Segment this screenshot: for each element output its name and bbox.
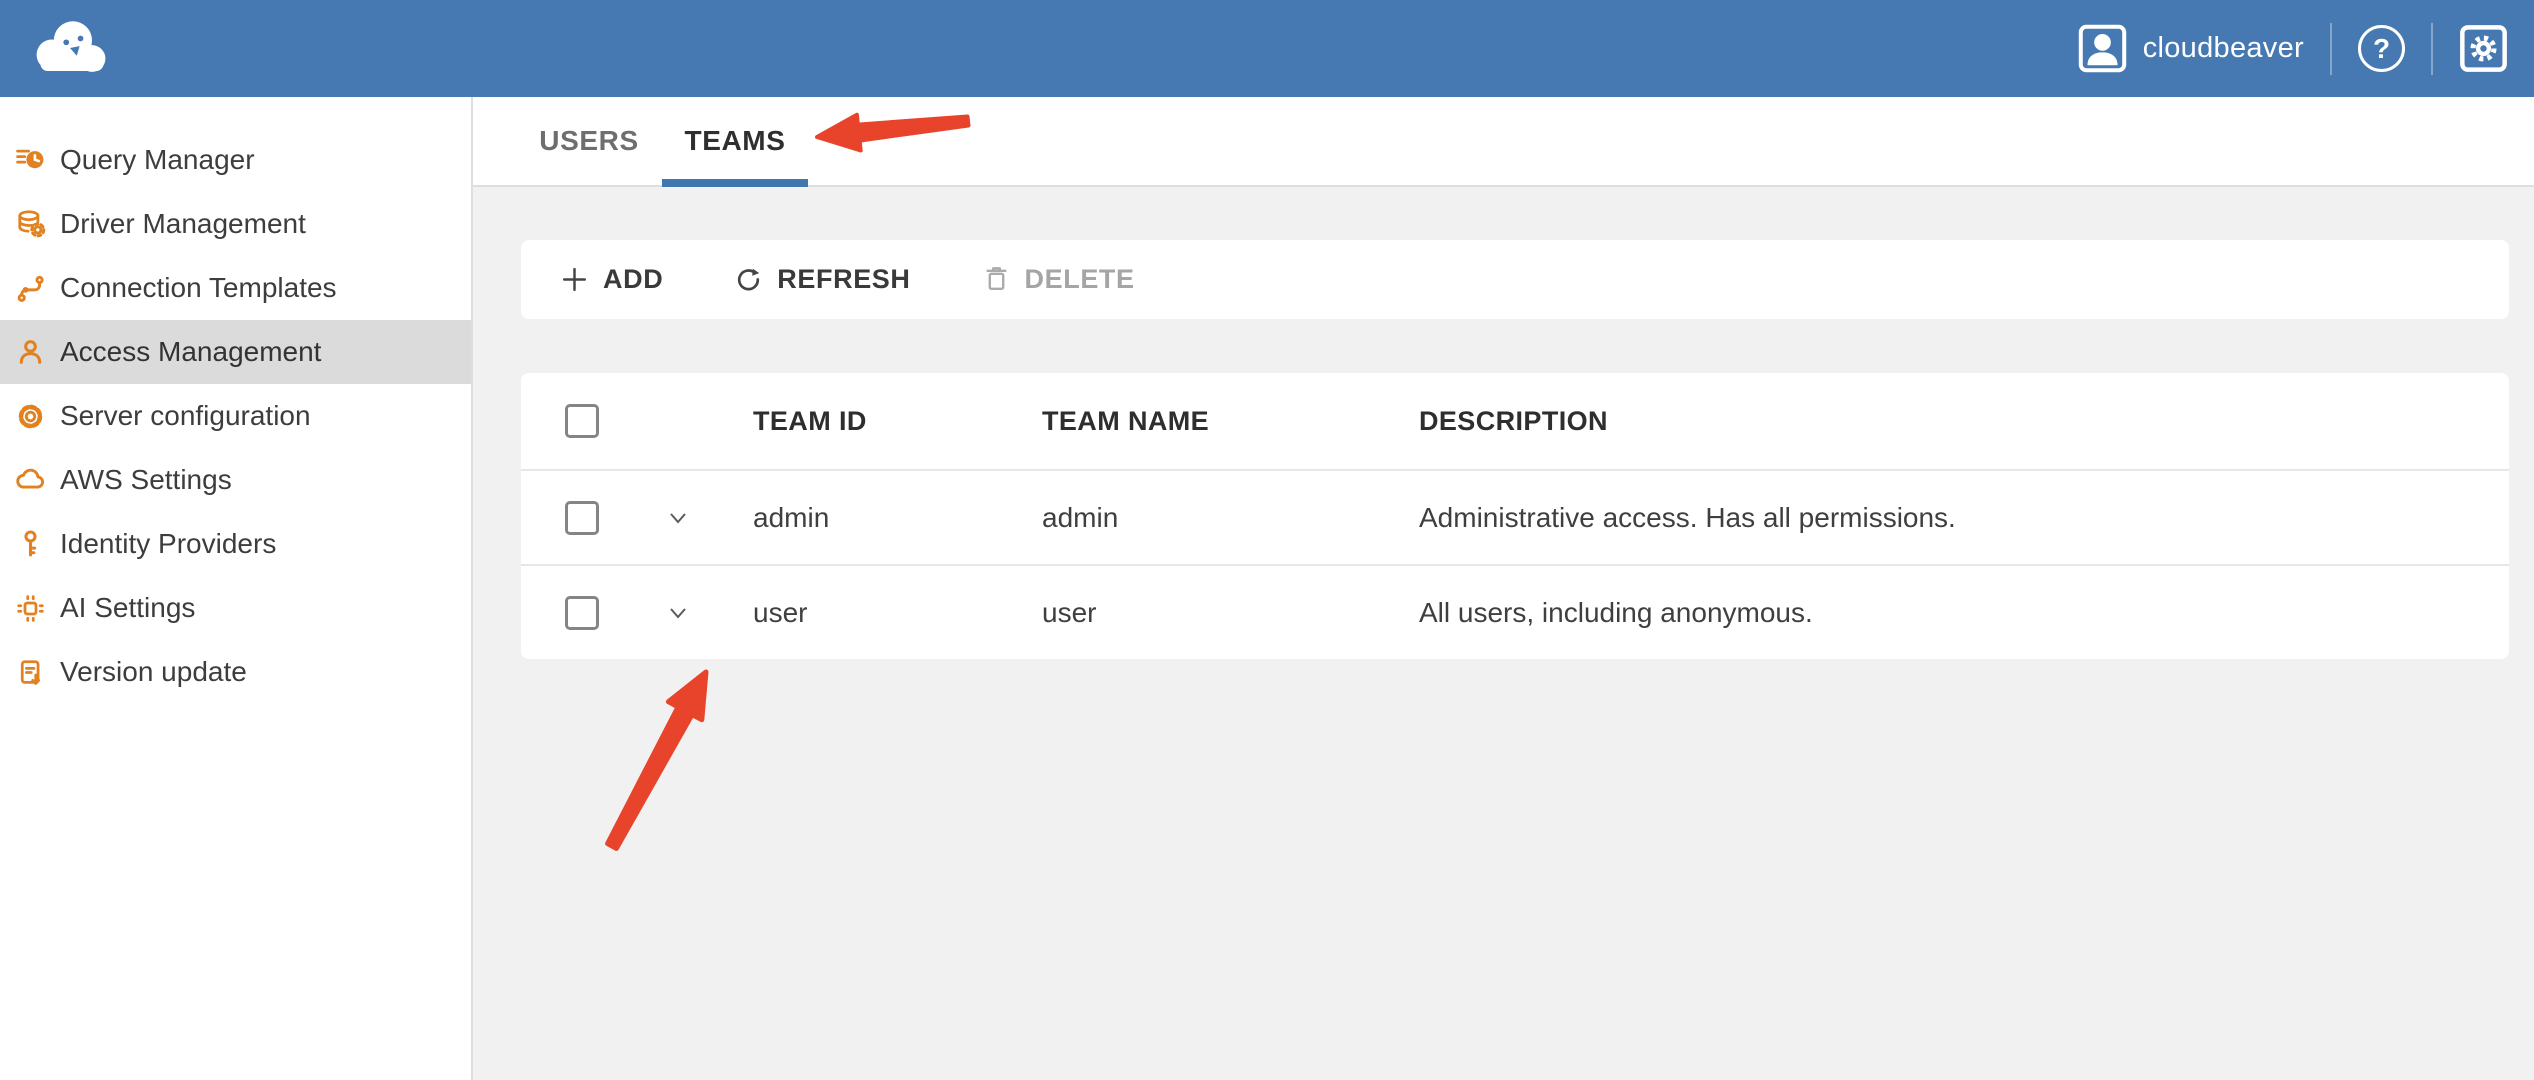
sidebar-item-label: Connection Templates: [60, 272, 337, 304]
sidebar-item-query-manager[interactable]: Query Manager: [0, 128, 471, 192]
version-update-icon: [14, 656, 47, 689]
sidebar-item-server-configuration[interactable]: Server configuration: [0, 384, 471, 448]
sidebar-item-identity-providers[interactable]: Identity Providers: [0, 512, 471, 576]
user-menu[interactable]: cloudbeaver: [2078, 24, 2304, 73]
active-tab-underline: [662, 179, 808, 187]
sidebar-item-label: Server configuration: [60, 400, 311, 432]
header-divider: [2330, 23, 2332, 75]
tab-teams[interactable]: TEAMS: [662, 97, 808, 185]
user-avatar-icon: [2078, 24, 2127, 73]
sidebar-item-label: Identity Providers: [60, 528, 276, 560]
cell-description: Administrative access. Has all permissio…: [1419, 502, 2509, 534]
column-header-team-name: TEAM NAME: [1042, 406, 1419, 437]
sidebar-item-label: AI Settings: [60, 592, 195, 624]
access-management-tabs: USERS TEAMS: [473, 97, 2534, 187]
cloudbeaver-logo[interactable]: [28, 16, 114, 82]
sidebar-item-aws-settings[interactable]: AWS Settings: [0, 448, 471, 512]
teams-toolbar: ADD REFRESH: [521, 240, 2509, 319]
cell-team-name: user: [1042, 597, 1419, 629]
teams-table-header-row: TEAM ID TEAM NAME DESCRIPTION: [521, 373, 2509, 469]
help-icon[interactable]: ?: [2358, 25, 2405, 72]
cell-team-id: admin: [723, 502, 1042, 534]
sidebar-item-connection-templates[interactable]: Connection Templates: [0, 256, 471, 320]
admin-sidebar: Query Manager Driver Management: [0, 97, 473, 1080]
sidebar-item-label: Version update: [60, 656, 247, 688]
chevron-down-icon[interactable]: [663, 503, 693, 533]
delete-button-label: DELETE: [1025, 264, 1135, 295]
team-row-admin[interactable]: admin admin Administrative access. Has a…: [521, 469, 2509, 564]
sidebar-item-version-update[interactable]: Version update: [0, 640, 471, 704]
query-manager-icon: [14, 144, 47, 177]
sidebar-item-label: Driver Management: [60, 208, 306, 240]
teams-content: ADD REFRESH: [473, 187, 2534, 1080]
cell-team-id: user: [723, 597, 1042, 629]
chevron-down-icon[interactable]: [663, 598, 693, 628]
sidebar-item-ai-settings[interactable]: AI Settings: [0, 576, 471, 640]
username-label: cloudbeaver: [2143, 32, 2304, 65]
column-header-description: DESCRIPTION: [1419, 406, 2509, 437]
delete-button[interactable]: DELETE: [981, 264, 1135, 295]
column-header-team-id: TEAM ID: [723, 406, 1042, 437]
trash-icon: [981, 264, 1012, 295]
select-all-checkbox[interactable]: [565, 404, 599, 438]
sidebar-item-driver-management[interactable]: Driver Management: [0, 192, 471, 256]
refresh-button-label: REFRESH: [777, 264, 910, 295]
row-checkbox[interactable]: [565, 501, 599, 535]
sidebar-item-label: AWS Settings: [60, 464, 232, 496]
teams-table: TEAM ID TEAM NAME DESCRIPTION admin admi…: [521, 373, 2509, 659]
row-checkbox[interactable]: [565, 596, 599, 630]
tab-users[interactable]: USERS: [516, 97, 662, 185]
driver-management-icon: [14, 208, 47, 241]
team-row-user[interactable]: user user All users, including anonymous…: [521, 564, 2509, 659]
cell-description: All users, including anonymous.: [1419, 597, 2509, 629]
main-panel: USERS TEAMS ADD: [473, 97, 2534, 1080]
cell-team-name: admin: [1042, 502, 1419, 534]
connection-templates-icon: [14, 272, 47, 305]
sidebar-item-access-management[interactable]: Access Management: [0, 320, 471, 384]
app-header: cloudbeaver ?: [0, 0, 2534, 97]
tab-teams-label: TEAMS: [685, 125, 786, 157]
add-button[interactable]: ADD: [559, 264, 663, 295]
settings-gear-icon[interactable]: [2459, 24, 2508, 73]
refresh-icon: [733, 264, 764, 295]
plus-icon: [559, 264, 590, 295]
identity-providers-icon: [14, 528, 47, 561]
cloud-logo-icon: [28, 16, 114, 82]
header-divider: [2431, 23, 2433, 75]
tab-users-label: USERS: [539, 125, 638, 157]
ai-settings-icon: [14, 592, 47, 625]
sidebar-item-label: Access Management: [60, 336, 321, 368]
aws-settings-icon: [14, 464, 47, 497]
add-button-label: ADD: [603, 264, 663, 295]
access-management-icon: [14, 336, 47, 369]
server-configuration-icon: [14, 400, 47, 433]
sidebar-item-label: Query Manager: [60, 144, 255, 176]
refresh-button[interactable]: REFRESH: [733, 264, 910, 295]
